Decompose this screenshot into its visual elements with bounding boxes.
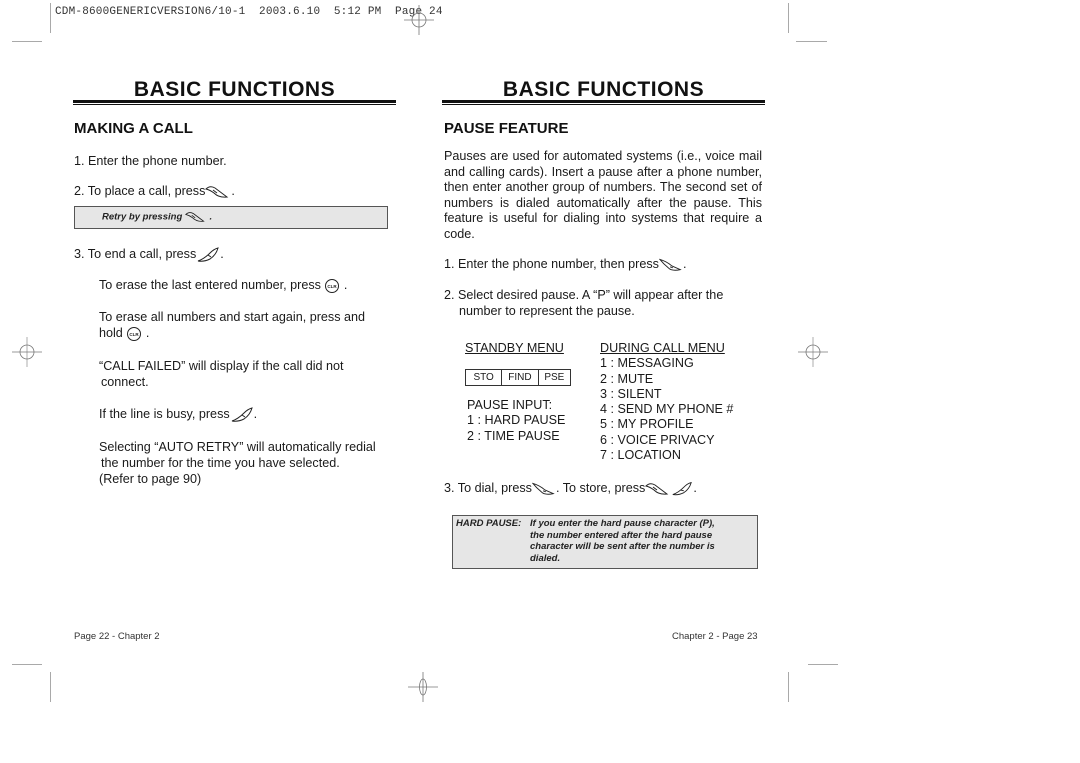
footer-left: Page 22 - Chapter 2 [74, 631, 160, 642]
end-key-icon [198, 246, 220, 262]
send-key-icon [645, 482, 669, 495]
crop-mark [50, 672, 51, 702]
pause-step-1: 1. Enter the phone number, then press. [444, 257, 687, 271]
auto-retry-note: Selecting “AUTO RETRY” will automaticall… [99, 440, 376, 486]
erase-all-instruction: To erase all numbers and start again, pr… [99, 310, 366, 341]
clr-key-icon: CLR [127, 326, 142, 341]
pause-option-time: 2 : TIME PAUSE [467, 428, 560, 443]
pause-step-2: 2. Select desired pause. A “P” will appe… [444, 288, 724, 318]
pause-step-3: 3. To dial, press. To store, press. [444, 481, 697, 495]
print-slug: CDM-8600GENERICVERSION6/10-1 2003.6.10 5… [55, 6, 443, 18]
softkey-find[interactable]: FIND [502, 370, 539, 385]
erase-last-instruction: To erase the last entered number, press … [99, 278, 348, 293]
menu-item: 4 : SEND MY PHONE # [600, 402, 734, 417]
page-title-right: BASIC FUNCTIONS [502, 78, 705, 101]
pause-input-label: PAUSE INPUT: [467, 398, 553, 412]
menu-item: 7 : LOCATION [600, 448, 681, 463]
send-key-icon [658, 258, 682, 271]
standby-softkeys: STO FIND PSE [465, 369, 571, 386]
note-line: the number entered after the hard pause [530, 529, 713, 541]
softkey-pse[interactable]: PSE [539, 370, 570, 385]
making-call-step-2: 2. To place a call, press. [74, 184, 235, 198]
menu-item: 6 : VOICE PRIVACY [600, 432, 715, 447]
crop-mark [788, 3, 789, 33]
step-2-text: 2. To place a call, press [74, 184, 206, 198]
crop-mark [12, 664, 42, 665]
pause-option-hard: 1 : HARD PAUSE [467, 413, 566, 428]
menu-item: 3 : SILENT [600, 386, 662, 401]
registration-mark-icon [408, 672, 438, 702]
note-line: If you enter the hard pause character (P… [530, 518, 715, 529]
send-key-icon [531, 482, 555, 495]
end-key-icon [673, 481, 693, 495]
hard-pause-note-box: HARD PAUSE: If you enter the hard pause … [452, 515, 758, 569]
during-call-menu: DURING CALL MENU 1 : MESSAGING 2 : MUTE … [600, 341, 733, 463]
crop-mark [12, 41, 42, 42]
page-title-left: BASIC FUNCTIONS [133, 78, 336, 101]
registration-mark-icon [798, 337, 828, 367]
crop-mark [50, 3, 51, 33]
section-heading-pause-feature: PAUSE FEATURE [444, 120, 569, 137]
note-line: character will be sent after the number … [530, 541, 715, 552]
crop-mark [796, 41, 827, 42]
menu-item: 2 : MUTE [600, 371, 654, 386]
menu-item: 5 : MY PROFILE [600, 417, 694, 432]
registration-mark-icon [12, 337, 42, 367]
hard-pause-label: HARD PAUSE: [456, 518, 522, 529]
title-rule-right [442, 100, 765, 105]
softkey-sto[interactable]: STO [466, 370, 503, 385]
standby-menu-heading: STANDBY MENU [465, 341, 564, 355]
pause-feature-intro: Pauses are used for automated systems (i… [444, 149, 762, 241]
retry-note-text: Retry by pressing [102, 211, 183, 223]
making-call-step-1: 1. Enter the phone number. [74, 154, 227, 168]
retry-note-box: Retry by pressing . [74, 206, 388, 229]
title-rule-left [73, 100, 396, 105]
call-failed-note: “CALL FAILED” will display if the call d… [99, 359, 344, 389]
menu-item: 1 : MESSAGING [600, 356, 694, 371]
line-busy-instruction: If the line is busy, press. [99, 406, 258, 422]
making-call-step-3: 3. To end a call, press. [74, 246, 224, 262]
crop-mark [808, 664, 838, 665]
crop-mark [788, 672, 789, 702]
send-key-icon [205, 185, 229, 198]
section-heading-making-a-call: MAKING A CALL [74, 120, 193, 137]
svg-text:CLR: CLR [328, 284, 338, 289]
send-key-icon [184, 212, 205, 222]
footer-right: Chapter 2 - Page 23 [672, 631, 758, 642]
end-key-icon [231, 406, 253, 422]
pause-input-menu: PAUSE INPUT: 1 : HARD PAUSE 2 : TIME PAU… [467, 398, 565, 444]
note-line: dialed. [530, 552, 561, 564]
during-call-menu-heading: DURING CALL MENU [600, 341, 725, 355]
clr-key-icon: CLR [325, 278, 340, 293]
registration-mark-icon [404, 5, 434, 35]
svg-text:CLR: CLR [130, 332, 140, 337]
